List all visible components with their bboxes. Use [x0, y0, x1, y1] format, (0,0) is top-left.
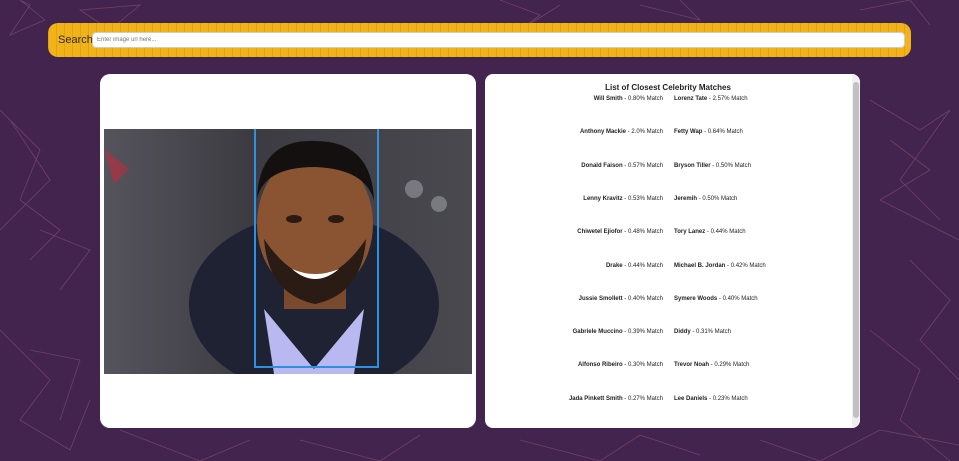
match-name: Donald Faison	[581, 162, 623, 169]
match-score: - 0.48% Match	[622, 229, 663, 236]
match-name: Lorenz Tate	[674, 96, 708, 102]
match-name: Alfonso Ribeiro	[577, 362, 623, 369]
match-name: Will Smith	[593, 96, 623, 102]
match-score: - 2.57% Match	[707, 96, 748, 102]
match-score: - 0.40% Match	[717, 295, 758, 302]
match-score: - 0.31% Match	[690, 329, 732, 336]
match-row: Gabriele Muccino - 0.39% Match Diddy - 0.…	[485, 329, 851, 341]
match-name: Jussie Smollett	[578, 295, 623, 302]
match-score: - 2.0% Match	[625, 129, 663, 136]
match-item: Chiwetel Ejiofor - 0.48% Match	[577, 229, 663, 235]
match-name: Lee Daniels	[674, 395, 708, 402]
match-item: Gabriele Muccino - 0.39% Match	[573, 329, 663, 335]
face-detection-box	[254, 129, 379, 368]
match-name: Gabriele Muccino	[572, 329, 623, 336]
match-score: - 0.50% Match	[710, 162, 751, 169]
match-row: Will Smith - 0.80% Match Lorenz Tate - 2.…	[485, 96, 851, 108]
match-row: Donald Faison - 0.57% Match Bryson Tiller…	[485, 163, 851, 175]
match-row: Jussie Smollett - 0.40% Match Symere Wood…	[485, 296, 851, 308]
match-item: Lenny Kravitz - 0.53% Match	[583, 196, 663, 202]
match-item: Lee Daniels - 0.23% Match	[674, 396, 748, 402]
scrollbar-thumb[interactable]	[853, 82, 859, 418]
match-row: Jada Pinkett Smith - 0.27% Match Lee Dani…	[485, 396, 851, 408]
match-score: - 0.80% Match	[622, 96, 663, 102]
match-item: Diddy - 0.31% Match	[674, 329, 731, 335]
match-score: - 0.50% Match	[697, 195, 738, 202]
match-item: Jussie Smollett - 0.40% Match	[579, 296, 663, 302]
match-name: Trevor Noah	[674, 362, 710, 369]
image-card	[100, 74, 476, 428]
match-score: - 0.57% Match	[622, 162, 663, 169]
match-item: Lorenz Tate - 2.57% Match	[674, 96, 748, 102]
search-label: Search	[58, 34, 93, 46]
match-item: Alfonso Ribeiro - 0.30% Match	[578, 362, 663, 368]
match-name: Chiwetel Ejiofor	[577, 229, 623, 236]
match-score: - 0.44% Match	[622, 262, 663, 269]
match-row: Anthony Mackie - 2.0% Match Fetty Wap - 0…	[485, 129, 851, 141]
match-item: Fetty Wap - 0.64% Match	[674, 129, 743, 135]
match-item: Anthony Mackie - 2.0% Match	[580, 129, 663, 135]
search-input[interactable]	[92, 32, 905, 48]
match-name: Jeremih	[674, 195, 698, 202]
match-row: Alfonso Ribeiro - 0.30% Match Trevor Noah…	[485, 362, 851, 374]
match-name: Anthony Mackie	[579, 129, 626, 136]
match-score: - 0.39% Match	[622, 329, 663, 336]
match-item: Jada Pinkett Smith - 0.27% Match	[569, 396, 663, 402]
match-score: - 0.53% Match	[622, 195, 663, 202]
match-item: Jeremih - 0.50% Match	[674, 196, 737, 202]
match-name: Lenny Kravitz	[583, 195, 623, 202]
matches-scrollbar[interactable]	[852, 74, 860, 428]
match-score: - 0.40% Match	[622, 295, 663, 302]
matches-title: List of Closest Celebrity Matches	[605, 83, 731, 92]
match-item: Bryson Tiller - 0.50% Match	[674, 163, 751, 169]
match-name: Bryson Tiller	[674, 162, 711, 169]
match-name: Diddy	[674, 329, 691, 336]
match-row: Chiwetel Ejiofor - 0.48% Match Tory Lanez…	[485, 229, 851, 241]
match-item: Drake - 0.44% Match	[606, 263, 663, 269]
match-item: Tory Lanez - 0.44% Match	[674, 229, 746, 235]
match-name: Tory Lanez	[674, 229, 706, 236]
match-row: Lenny Kravitz - 0.53% Match Jeremih - 0.5…	[485, 196, 851, 208]
face-photo	[104, 129, 472, 374]
match-item: Will Smith - 0.80% Match	[594, 96, 663, 102]
match-item: Michael B. Jordan - 0.42% Match	[674, 263, 766, 269]
match-name: Symere Woods	[674, 295, 718, 302]
match-name: Michael B. Jordan	[674, 262, 726, 269]
match-name: Jada Pinkett Smith	[568, 395, 623, 402]
matches-card: List of Closest Celebrity Matches Will S…	[485, 74, 860, 428]
search-bar: Search	[48, 23, 911, 57]
match-score: - 0.29% Match	[709, 362, 750, 369]
match-name: Drake	[605, 262, 623, 269]
match-score: - 0.42% Match	[725, 262, 766, 269]
match-score: - 0.27% Match	[622, 395, 663, 402]
match-row: Drake - 0.44% Match Michael B. Jordan - 0…	[485, 263, 851, 275]
match-score: - 0.30% Match	[622, 362, 663, 369]
match-item: Symere Woods - 0.40% Match	[674, 296, 758, 302]
match-score: - 0.44% Match	[705, 229, 746, 236]
match-item: Donald Faison - 0.57% Match	[581, 163, 663, 169]
match-score: - 0.23% Match	[707, 395, 748, 402]
match-item: Trevor Noah - 0.29% Match	[674, 362, 749, 368]
match-score: - 0.64% Match	[702, 129, 743, 136]
match-name: Fetty Wap	[674, 129, 703, 136]
